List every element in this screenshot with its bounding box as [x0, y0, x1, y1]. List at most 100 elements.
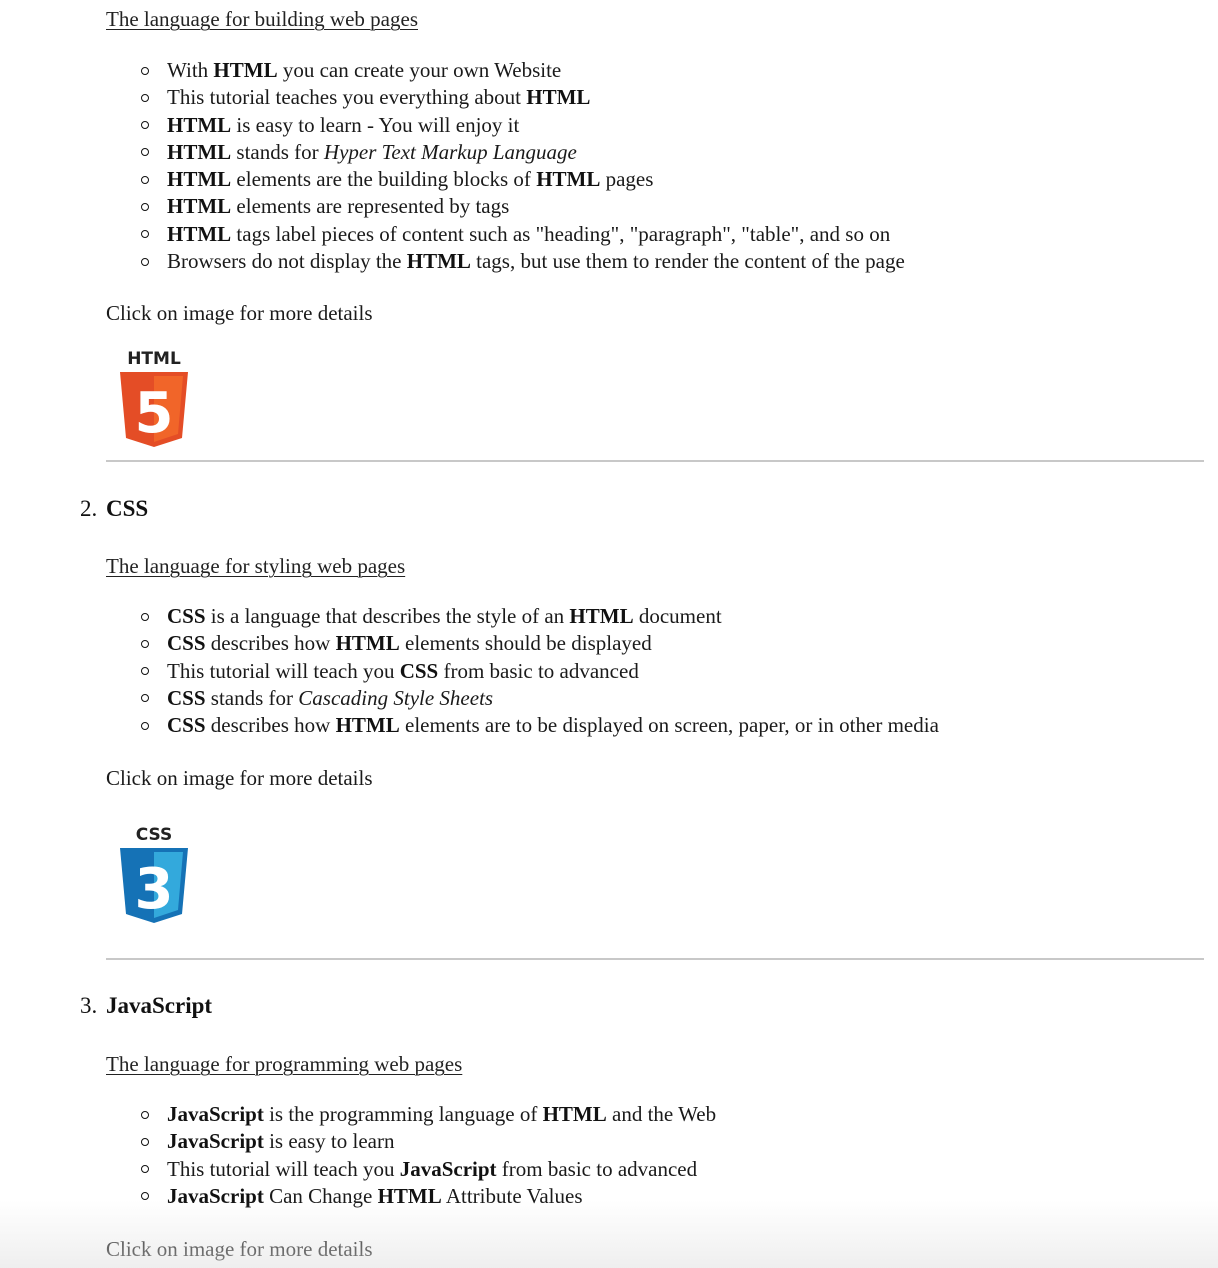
list-item-text: HTML [569, 604, 634, 628]
list-item-text: HTML [167, 139, 232, 164]
list-item-text: HTML [335, 631, 400, 656]
list-item-text: HTML [167, 167, 232, 192]
list-item-text: elements are represented by tags [231, 194, 510, 219]
list-item-text: is a language that describes the style o… [205, 604, 570, 628]
list-item: JavaScript is the programming language o… [140, 1101, 716, 1128]
circle-bullet-icon [141, 1110, 149, 1119]
css-heading-title: CSS [106, 496, 149, 521]
circle-bullet-icon [141, 667, 149, 676]
logo-label: HTML [127, 349, 181, 369]
list-item: HTML stands for Hyper Text Markup Langua… [140, 139, 905, 166]
list-item-text: CSS [399, 658, 439, 683]
html-subtitle-link[interactable]: The language for building web pages [106, 6, 418, 32]
list-item-text: JavaScript [167, 1102, 264, 1126]
circle-bullet-icon [141, 1137, 149, 1146]
list-item-text: elements are to be displayed on screen, … [399, 713, 939, 738]
list-item-text: CSS [167, 604, 206, 628]
list-item-text: tags label pieces of content such as "he… [231, 221, 891, 246]
list-item: HTML tags label pieces of content such a… [140, 221, 905, 248]
list-item-text: document [633, 604, 722, 628]
divider [106, 958, 1204, 960]
list-item-text: JavaScript [399, 1156, 497, 1181]
list-item-text: CSS [167, 685, 206, 710]
list-item: With HTML you can create your own Websit… [140, 57, 905, 84]
list-item: Browsers do not display the HTML tags, b… [140, 248, 905, 275]
javascript-heading-title: JavaScript [106, 993, 213, 1018]
list-item-text: Cascading Style Sheets [298, 685, 494, 710]
circle-bullet-icon [141, 93, 149, 102]
list-item: HTML elements are the building blocks of… [140, 166, 905, 193]
list-item-text: HTML [167, 221, 232, 246]
list-item: JavaScript is easy to learn [140, 1128, 716, 1155]
list-item-text: HTML [542, 1102, 607, 1126]
html-bullet-list: With HTML you can create your own Websit… [140, 57, 905, 275]
list-item: CSS stands for Cascading Style Sheets [140, 685, 939, 712]
logo-digit: 5 [135, 381, 174, 446]
list-item-text: HTML [213, 58, 278, 82]
circle-bullet-icon [141, 1192, 149, 1201]
list-item: This tutorial will teach you CSS from ba… [140, 658, 939, 685]
circle-bullet-icon [141, 121, 149, 130]
list-item-text: This tutorial will teach you [167, 658, 400, 683]
list-item-text: pages [600, 167, 654, 192]
list-item-text: is easy to learn - You will enjoy it [231, 112, 520, 137]
javascript-heading-number: 3. [80, 993, 98, 1018]
list-item-text: Browsers do not display the [167, 249, 407, 274]
circle-bullet-icon [141, 202, 149, 211]
list-item-text: HTML [377, 1183, 442, 1208]
logo-digit: 3 [135, 857, 174, 922]
javascript-bullet-list: JavaScript is the programming language o… [140, 1101, 716, 1210]
javascript-subtitle-link[interactable]: The language for programming web pages [106, 1051, 462, 1077]
list-item-text: is the programming language of [263, 1102, 543, 1126]
list-item-text: Hyper Text Markup Language [323, 139, 577, 164]
list-item: HTML elements are represented by tags [140, 193, 905, 220]
list-item-text: CSS [167, 631, 206, 656]
list-item-text: elements should be displayed [399, 631, 652, 656]
css-click-hint: Click on image for more details [106, 766, 373, 790]
list-item-text: HTML [526, 85, 591, 110]
list-item-text: describes how [205, 631, 336, 656]
list-item-text: describes how [205, 713, 336, 738]
circle-bullet-icon [141, 1165, 149, 1174]
list-item-text: from basic to advanced [496, 1156, 698, 1181]
css-bullet-list: CSS is a language that describes the sty… [140, 603, 939, 739]
circle-bullet-icon [141, 721, 149, 730]
logo-label: CSS [136, 825, 173, 845]
list-item-text: stands for [205, 685, 299, 710]
list-item: JavaScript Can Change HTML Attribute Val… [140, 1183, 716, 1210]
list-item-text: This tutorial will teach you [167, 1156, 400, 1181]
list-item-text: elements are the building blocks of [231, 167, 537, 192]
css-subtitle-link[interactable]: The language for styling web pages [106, 553, 405, 579]
list-item-text: HTML [167, 194, 232, 219]
css-heading-number: 2. [80, 496, 98, 521]
list-item-text: HTML [167, 112, 232, 137]
list-item-text: HTML [536, 167, 601, 192]
list-item: CSS describes how HTML elements are to b… [140, 712, 939, 739]
circle-bullet-icon [141, 257, 149, 266]
html-click-hint: Click on image for more details [106, 301, 373, 325]
list-item: CSS is a language that describes the sty… [140, 603, 939, 630]
list-item-text: With [167, 58, 214, 82]
list-item: HTML is easy to learn - You will enjoy i… [140, 112, 905, 139]
list-item-text: stands for [231, 139, 324, 164]
circle-bullet-icon [141, 612, 149, 621]
html5-logo-icon[interactable]: HTML 5 [112, 346, 196, 450]
list-item-text: JavaScript [167, 1129, 264, 1154]
list-item-text: from basic to advanced [438, 658, 639, 683]
list-item-text: Can Change [263, 1183, 378, 1208]
list-item-text: Attribute Values [441, 1183, 583, 1208]
list-item-text: HTML [406, 249, 471, 274]
list-item-text: is easy to learn [263, 1129, 395, 1154]
list-item-text: you can create your own Website [277, 58, 562, 82]
list-item-text: HTML [335, 713, 400, 738]
list-item: This tutorial will teach you JavaScript … [140, 1156, 716, 1183]
list-item-text: JavaScript [167, 1183, 264, 1208]
page: The language for building web pages With… [0, 0, 1218, 1268]
css3-logo-icon[interactable]: CSS 3 [112, 822, 196, 926]
list-item: This tutorial teaches you everything abo… [140, 84, 905, 111]
list-item-text: CSS [167, 713, 206, 738]
divider [106, 460, 1204, 462]
circle-bullet-icon [141, 148, 149, 157]
circle-bullet-icon [141, 639, 149, 648]
list-item: CSS describes how HTML elements should b… [140, 630, 939, 657]
